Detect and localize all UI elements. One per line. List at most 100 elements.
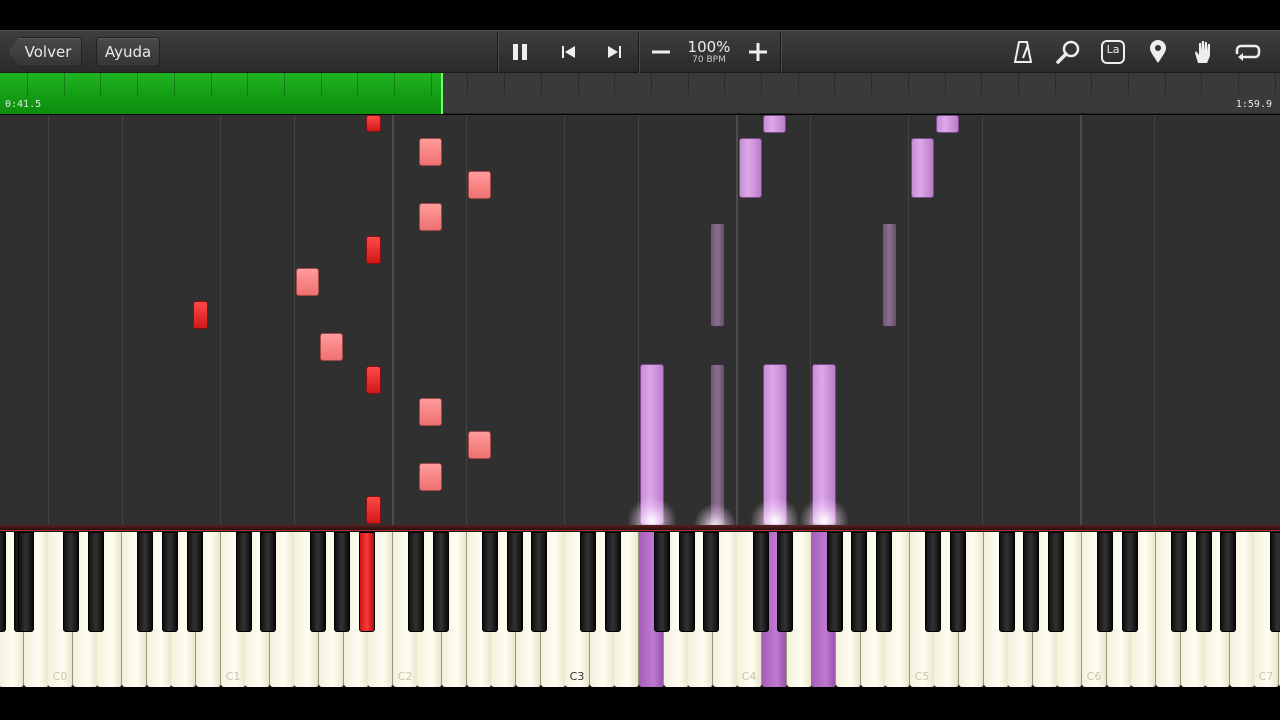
progress-tick: [724, 73, 725, 95]
black-key[interactable]: [1196, 532, 1212, 632]
black-key[interactable]: [1270, 532, 1280, 632]
beat-line: [122, 115, 123, 525]
pause-icon: [513, 44, 527, 60]
toolbar-separator: [638, 31, 639, 74]
black-key[interactable]: [950, 532, 966, 632]
progress-tick: [467, 73, 468, 95]
progress-tick: [1275, 73, 1276, 95]
black-key[interactable]: [1023, 532, 1039, 632]
beat-line: [220, 115, 221, 525]
search-button[interactable]: [1054, 37, 1082, 67]
black-key[interactable]: [260, 532, 276, 632]
black-key[interactable]: [1048, 532, 1064, 632]
note-block: [419, 203, 442, 231]
black-key[interactable]: [827, 532, 843, 632]
progress-tick: [211, 73, 212, 95]
black-key[interactable]: [63, 532, 79, 632]
octave-label: C1: [225, 670, 241, 683]
total-time: 1:59.9: [1235, 99, 1272, 110]
toolbar: Volver Ayuda 100% 70 BPM La: [0, 30, 1280, 74]
black-key[interactable]: [334, 532, 350, 632]
note-block: [366, 236, 381, 264]
progress-tick: [357, 73, 358, 95]
next-icon: [608, 46, 621, 58]
note-block: [710, 223, 725, 327]
help-button[interactable]: Ayuda: [96, 37, 160, 67]
hand-icon: [1195, 41, 1210, 63]
metronome-icon: [1013, 41, 1033, 63]
progress-ticks: [0, 73, 1280, 95]
black-key[interactable]: [162, 532, 178, 632]
key-label: La: [1106, 43, 1120, 56]
note-block: [320, 333, 343, 361]
progress-tick: [578, 73, 579, 95]
black-key[interactable]: [753, 532, 769, 632]
black-key[interactable]: [876, 532, 892, 632]
black-key[interactable]: [777, 532, 793, 632]
black-key[interactable]: [1171, 532, 1187, 632]
previous-button[interactable]: [555, 37, 583, 67]
note-block: [936, 115, 959, 133]
falling-notes-area: [0, 115, 1280, 525]
octave-label: C7: [1258, 670, 1274, 683]
next-button[interactable]: [600, 37, 628, 67]
loop-icon: [1235, 44, 1261, 61]
black-key[interactable]: [1097, 532, 1113, 632]
black-key[interactable]: [359, 532, 375, 632]
note-block: [366, 366, 381, 394]
back-button[interactable]: Volver: [8, 37, 82, 67]
synthesia-player: Volver Ayuda 100% 70 BPM La 0:41.5 1:59.…: [0, 0, 1280, 720]
black-key[interactable]: [1220, 532, 1236, 632]
octave-label: C5: [914, 670, 930, 683]
progress-tick: [64, 73, 65, 95]
key-signature-button[interactable]: La: [1099, 37, 1127, 67]
black-key[interactable]: [703, 532, 719, 632]
black-key[interactable]: [137, 532, 153, 632]
back-button-label: Volver: [24, 43, 72, 61]
black-key[interactable]: [433, 532, 449, 632]
progress-tick: [1201, 73, 1202, 95]
pin-icon: [1150, 40, 1166, 63]
black-key[interactable]: [18, 532, 34, 632]
black-key[interactable]: [236, 532, 252, 632]
black-key[interactable]: [925, 532, 941, 632]
song-progress-bar[interactable]: 0:41.5 1:59.9: [0, 73, 1280, 114]
beat-line: [982, 115, 983, 525]
black-key[interactable]: [482, 532, 498, 632]
bookmark-button[interactable]: [1145, 37, 1171, 67]
black-key[interactable]: [531, 532, 547, 632]
black-key[interactable]: [654, 532, 670, 632]
black-key[interactable]: [679, 532, 695, 632]
tempo-decrease-button[interactable]: [647, 37, 675, 67]
black-key[interactable]: [0, 532, 6, 632]
black-key[interactable]: [851, 532, 867, 632]
note-block: [193, 301, 208, 329]
metronome-button[interactable]: [1010, 37, 1036, 67]
black-key[interactable]: [507, 532, 523, 632]
key-hit-sparkle: [627, 497, 677, 525]
black-key[interactable]: [999, 532, 1015, 632]
note-block: [296, 268, 319, 296]
loop-button[interactable]: [1234, 37, 1262, 67]
note-block: [419, 138, 442, 166]
progress-tick: [1128, 73, 1129, 95]
progress-tick: [394, 73, 395, 95]
key-hit-sparkle: [750, 497, 800, 525]
piano-keyboard[interactable]: C0 C1 C2 C3 C4 C5 C6 C7: [0, 525, 1280, 687]
pause-button[interactable]: [506, 37, 534, 67]
key-hit-sparkle: [799, 497, 849, 525]
black-key[interactable]: [1122, 532, 1138, 632]
black-key[interactable]: [408, 532, 424, 632]
progress-tick: [614, 73, 615, 95]
black-key[interactable]: [580, 532, 596, 632]
progress-tick: [321, 73, 322, 95]
black-key[interactable]: [310, 532, 326, 632]
progress-tick: [871, 73, 872, 95]
tempo-increase-button[interactable]: [744, 37, 772, 67]
note-block: [366, 496, 381, 524]
black-key[interactable]: [605, 532, 621, 632]
hands-button[interactable]: [1190, 37, 1216, 67]
black-key[interactable]: [187, 532, 203, 632]
black-key[interactable]: [88, 532, 104, 632]
note-block: [911, 138, 934, 198]
